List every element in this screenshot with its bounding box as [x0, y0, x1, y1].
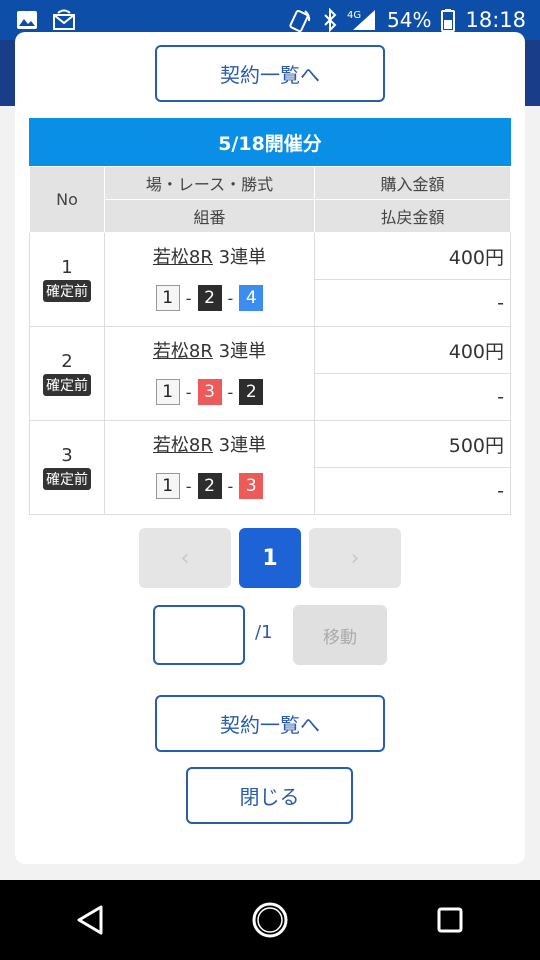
- combo-separator: -: [185, 288, 192, 308]
- boat-number: 3: [197, 379, 222, 405]
- bet-type: 3連単: [218, 247, 267, 268]
- header-combo: 組番: [104, 199, 315, 233]
- row-number-cell: 1 確定前: [29, 232, 105, 327]
- boat-number: 1: [155, 285, 180, 311]
- combo-separator: -: [185, 476, 192, 496]
- status-badge: 確定前: [43, 280, 91, 302]
- table-row: 3 確定前 若松8R 3連単 1-2-3 500円: [29, 420, 511, 515]
- contract-list-button-bottom[interactable]: 契約一覧へ: [155, 695, 385, 752]
- battery-percent: 54%: [387, 8, 432, 32]
- boat-number: 2: [197, 473, 222, 499]
- page-1-button[interactable]: 1: [239, 528, 301, 588]
- header-no: No: [29, 166, 105, 233]
- purchase-amount: 400円: [314, 232, 511, 280]
- payout-amount: -: [314, 467, 511, 515]
- clock: 18:18: [465, 8, 526, 32]
- next-page-button[interactable]: ›: [309, 528, 401, 588]
- race-place-link[interactable]: 若松8R: [153, 247, 213, 268]
- race-cell: 若松8R 3連単 1-3-2: [104, 326, 315, 421]
- race-place-link[interactable]: 若松8R: [153, 341, 213, 362]
- header-payout: 払戻金額: [314, 199, 511, 233]
- signal-icon: 4G: [347, 8, 377, 32]
- home-icon[interactable]: [240, 890, 300, 950]
- row-number: 1: [61, 257, 73, 278]
- bet-type: 3連単: [218, 435, 267, 456]
- boat-number: 4: [239, 285, 264, 311]
- combo-separator: -: [185, 382, 192, 402]
- combination: 1-2-4: [106, 285, 313, 311]
- row-number-cell: 2 確定前: [29, 326, 105, 421]
- combo-separator: -: [227, 476, 234, 496]
- nfc-icon: [287, 7, 313, 33]
- recent-apps-icon[interactable]: [420, 890, 480, 950]
- date-header: 5/18開催分: [29, 118, 511, 166]
- row-number: 2: [61, 351, 73, 372]
- table-row: 1 確定前 若松8R 3連単 1-2-4 400円: [29, 232, 511, 327]
- contract-list-button-top[interactable]: 契約一覧へ: [155, 45, 385, 102]
- payout-amount: -: [314, 279, 511, 327]
- boat-number: 3: [239, 473, 264, 499]
- combo-separator: -: [227, 288, 234, 308]
- page-total: /1: [255, 622, 273, 643]
- close-button[interactable]: 閉じる: [186, 767, 353, 824]
- header-race: 場・レース・勝式: [104, 166, 315, 200]
- boat-number: 2: [239, 379, 264, 405]
- race-place-link[interactable]: 若松8R: [153, 435, 213, 456]
- bet-type: 3連単: [218, 341, 267, 362]
- boat-number: 1: [155, 473, 180, 499]
- race-cell: 若松8R 3連単 1-2-4: [104, 232, 315, 327]
- purchase-amount: 500円: [314, 420, 511, 468]
- status-badge: 確定前: [43, 468, 91, 490]
- status-badge: 確定前: [43, 374, 91, 396]
- combo-separator: -: [227, 382, 234, 402]
- header-purchase: 購入金額: [314, 166, 511, 200]
- payout-amount: -: [314, 373, 511, 421]
- move-button[interactable]: 移動: [293, 605, 387, 665]
- contract-modal: 契約一覧へ 5/18開催分 No 場・レース・勝式 購入金額 組番 払戻金額 1…: [15, 32, 525, 864]
- bluetooth-icon: [323, 8, 337, 32]
- battery-icon: [441, 8, 456, 32]
- purchase-amount: 400円: [314, 326, 511, 374]
- svg-text:4G: 4G: [347, 10, 361, 21]
- row-number-cell: 3 確定前: [29, 420, 105, 515]
- page-number-input[interactable]: [153, 605, 245, 665]
- boat-number: 1: [155, 379, 180, 405]
- combination: 1-3-2: [106, 379, 313, 405]
- race-cell: 若松8R 3連単 1-2-3: [104, 420, 315, 515]
- bets-table: No 場・レース・勝式 購入金額 組番 払戻金額 1 確定前 若松8R 3連単 1-2…: [29, 166, 511, 515]
- table-row: 2 確定前 若松8R 3連単 1-3-2 400円: [29, 326, 511, 421]
- back-icon[interactable]: [60, 890, 120, 950]
- image-icon: [16, 10, 38, 30]
- combination: 1-2-3: [106, 473, 313, 499]
- navigation-bar: [0, 880, 540, 960]
- sim-icon: [52, 9, 76, 31]
- prev-page-button[interactable]: ‹: [139, 528, 231, 588]
- row-number: 3: [61, 445, 73, 466]
- boat-number: 2: [197, 285, 222, 311]
